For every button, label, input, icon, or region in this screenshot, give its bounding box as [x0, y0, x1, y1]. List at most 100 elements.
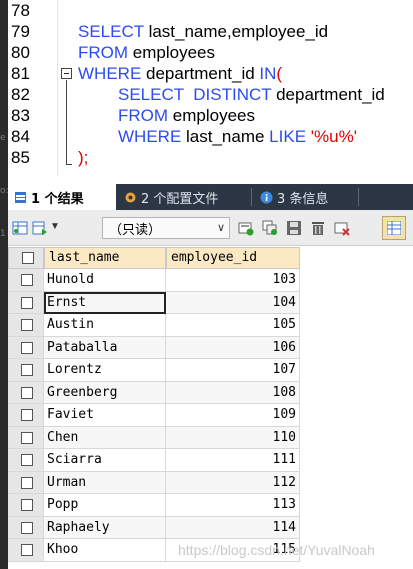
info-icon [260, 191, 273, 203]
row-checkbox[interactable] [21, 274, 33, 286]
row-checkbox[interactable] [21, 499, 33, 511]
export-icon[interactable] [32, 220, 48, 236]
row-select-cell[interactable] [8, 426, 44, 449]
row-checkbox[interactable] [21, 341, 33, 354]
row-checkbox[interactable] [21, 521, 33, 534]
row-select-cell[interactable] [8, 449, 44, 472]
cell-last-name[interactable]: Raphaely [44, 516, 166, 539]
table-row[interactable]: Chen 110 [8, 426, 300, 449]
duplicate-row-icon[interactable] [262, 220, 278, 236]
cell-last-name[interactable]: Sciarra [44, 449, 166, 472]
row-checkbox[interactable] [21, 431, 33, 444]
code-text: FROM employees [118, 105, 255, 126]
row-select-cell[interactable] [8, 291, 44, 314]
row-select-cell[interactable] [8, 336, 44, 359]
tab-messages-label: 3 条信息 [277, 191, 329, 207]
cell-employee-id[interactable]: 108 [166, 381, 300, 404]
cell-last-name[interactable]: Hunold [44, 269, 166, 292]
code-token: department_id [276, 85, 385, 104]
row-select-cell[interactable] [8, 471, 44, 494]
row-select-cell[interactable] [8, 314, 44, 337]
row-select-cell[interactable] [8, 539, 44, 562]
row-checkbox[interactable] [21, 476, 33, 489]
profile-icon [125, 192, 136, 202]
code-token: employees [132, 43, 215, 62]
chevron-down-icon[interactable]: ▼ [50, 221, 60, 232]
row-checkbox[interactable] [21, 364, 33, 376]
row-checkbox[interactable] [21, 386, 33, 399]
code-token: WHERE [78, 64, 146, 83]
row-select-cell[interactable] [8, 494, 44, 517]
tab-messages[interactable]: 3 条信息 [254, 184, 354, 210]
table-row[interactable]: Popp 113 [8, 494, 300, 517]
cell-employee-id[interactable]: 110 [166, 426, 300, 449]
row-select-cell[interactable] [8, 269, 44, 292]
grid-view-icon[interactable] [12, 220, 28, 236]
cell-last-name[interactable]: Chen [44, 426, 166, 449]
cell-last-name[interactable]: Pataballa [44, 336, 166, 359]
row-checkbox[interactable] [21, 409, 33, 421]
code-token: IN [259, 64, 277, 83]
table-row[interactable]: Urman 112 [8, 471, 300, 494]
delete-icon[interactable] [310, 220, 326, 236]
select-all-checkbox[interactable] [22, 252, 34, 264]
cell-employee-id[interactable]: 104 [166, 291, 300, 314]
code-text: ); [78, 147, 88, 168]
row-select-cell[interactable] [8, 359, 44, 382]
table-row[interactable]: Faviet 109 [8, 404, 300, 427]
cell-employee-id[interactable]: 111 [166, 449, 300, 472]
cell-employee-id[interactable]: 103 [166, 269, 300, 292]
result-grid[interactable]: last_name employee_id Hunold 103 Ernst 104 A… [8, 247, 413, 569]
cell-last-name[interactable]: Austin [44, 314, 166, 337]
header-select-all[interactable] [8, 247, 44, 269]
tab-results[interactable]: 1 个结果 [8, 184, 116, 210]
cell-last-name[interactable]: Greenberg [44, 381, 166, 404]
add-row-icon[interactable] [238, 220, 254, 236]
line-number: 85 [11, 148, 30, 167]
column-header-last-name[interactable]: last_name [44, 247, 166, 269]
form-view-button[interactable] [382, 216, 406, 240]
row-select-cell[interactable] [8, 381, 44, 404]
cell-last-name[interactable]: Urman [44, 471, 166, 494]
code-text: WHERE last_name LIKE '%u%' [118, 126, 357, 147]
save-icon[interactable] [286, 220, 302, 236]
table-row[interactable]: Greenberg 108 [8, 381, 300, 404]
code-token: employees [172, 106, 255, 125]
fold-toggle-icon[interactable] [61, 68, 72, 79]
row-select-cell[interactable] [8, 404, 44, 427]
cell-employee-id[interactable]: 107 [166, 359, 300, 382]
edit-mode-select[interactable]: （只读） ∨ [102, 217, 230, 239]
cell-last-name[interactable]: Ernst [44, 291, 166, 314]
cell-employee-id[interactable]: 114 [166, 516, 300, 539]
cell-employee-id[interactable]: 112 [166, 471, 300, 494]
table-row[interactable]: Sciarra 111 [8, 449, 300, 472]
discard-icon[interactable] [334, 220, 350, 236]
code-token: SELECT [78, 22, 149, 41]
column-header-employee-id[interactable]: employee_id [166, 247, 300, 269]
cell-last-name[interactable]: Khoo [44, 539, 166, 562]
cell-last-name[interactable]: Popp [44, 494, 166, 517]
cell-employee-id[interactable]: 105 [166, 314, 300, 337]
table-row[interactable]: Pataballa 106 [8, 336, 300, 359]
row-checkbox[interactable] [21, 319, 33, 331]
row-checkbox[interactable] [21, 296, 33, 309]
table-row[interactable]: Hunold 103 [8, 269, 300, 292]
cell-last-name[interactable]: Lorentz [44, 359, 166, 382]
table-row[interactable]: Lorentz 107 [8, 359, 300, 382]
chevron-down-icon: ∨ [216, 221, 225, 234]
cell-employee-id[interactable]: 109 [166, 404, 300, 427]
row-select-cell[interactable] [8, 516, 44, 539]
cell-last-name[interactable]: Faviet [44, 404, 166, 427]
code-token: FROM [118, 106, 173, 125]
cell-employee-id[interactable]: 106 [166, 336, 300, 359]
table-row[interactable]: Raphaely 114 [8, 516, 300, 539]
line-number: 78 [11, 1, 30, 20]
code-token: ( [276, 64, 283, 83]
row-checkbox[interactable] [21, 544, 33, 556]
tab-profiles[interactable]: 2 个配置文件 [118, 184, 248, 210]
table-row[interactable]: Ernst 104 [8, 291, 300, 314]
table-row[interactable]: Austin 105 [8, 314, 300, 337]
sql-editor[interactable]: 78 79 SELECT last_name,employee_id 80 FROM e… [8, 0, 413, 176]
cell-employee-id[interactable]: 113 [166, 494, 300, 517]
row-checkbox[interactable] [21, 454, 33, 466]
